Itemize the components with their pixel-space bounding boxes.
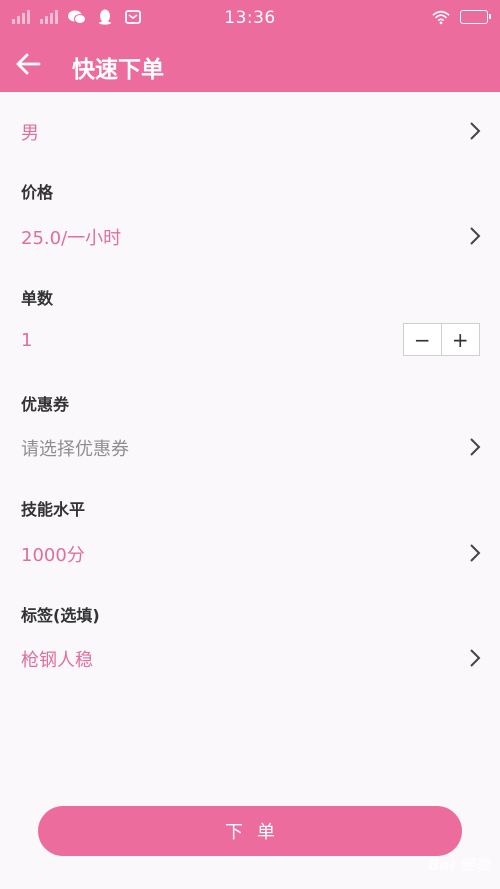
skill-label: 技能水平 bbox=[21, 500, 86, 519]
price-value: 25.0/一小时 bbox=[21, 228, 122, 249]
chevron-right-icon bbox=[470, 544, 481, 562]
quantity-label: 单数 bbox=[21, 289, 54, 308]
skill-row[interactable]: 1000分 bbox=[0, 527, 500, 579]
increment-button[interactable]: + bbox=[442, 324, 480, 355]
quick-order-screen: 13:36 快速下单 男 价格 25.0/一小时 单数 1 − + 优惠券 请选… bbox=[0, 0, 500, 889]
tag-label: 标签(选填) bbox=[21, 606, 100, 625]
decrement-button[interactable]: − bbox=[404, 324, 442, 355]
gender-value: 男 bbox=[21, 123, 39, 144]
arrow-left-icon bbox=[16, 53, 41, 75]
chevron-right-icon bbox=[470, 122, 481, 140]
submit-order-button[interactable]: 下单 bbox=[38, 806, 462, 856]
app-header: 快速下单 bbox=[0, 36, 500, 92]
coupon-label: 优惠券 bbox=[21, 395, 70, 414]
wifi-icon bbox=[432, 9, 450, 25]
quantity-value: 1 bbox=[21, 330, 33, 351]
status-time: 13:36 bbox=[224, 8, 276, 28]
battery-icon bbox=[460, 10, 491, 24]
coupon-row[interactable]: 请选择优惠券 bbox=[0, 421, 500, 473]
status-bar: 13:36 bbox=[0, 0, 500, 36]
price-row[interactable]: 25.0/一小时 bbox=[0, 210, 500, 262]
chevron-right-icon bbox=[470, 438, 481, 456]
coupon-placeholder: 请选择优惠券 bbox=[21, 439, 129, 460]
back-button[interactable] bbox=[10, 46, 46, 82]
gender-row[interactable]: 男 bbox=[0, 105, 500, 157]
tag-row[interactable]: 枪钢人稳 bbox=[0, 632, 500, 684]
watermark: Bai 经验 bbox=[428, 856, 490, 874]
page-title: 快速下单 bbox=[72, 57, 164, 83]
chevron-right-icon bbox=[470, 227, 481, 245]
tag-value: 枪钢人稳 bbox=[21, 650, 93, 671]
skill-value: 1000分 bbox=[21, 545, 85, 566]
chevron-right-icon bbox=[470, 649, 481, 667]
quantity-stepper[interactable]: − + bbox=[403, 323, 480, 356]
price-label: 价格 bbox=[21, 183, 54, 202]
status-right-icons bbox=[432, 9, 491, 25]
